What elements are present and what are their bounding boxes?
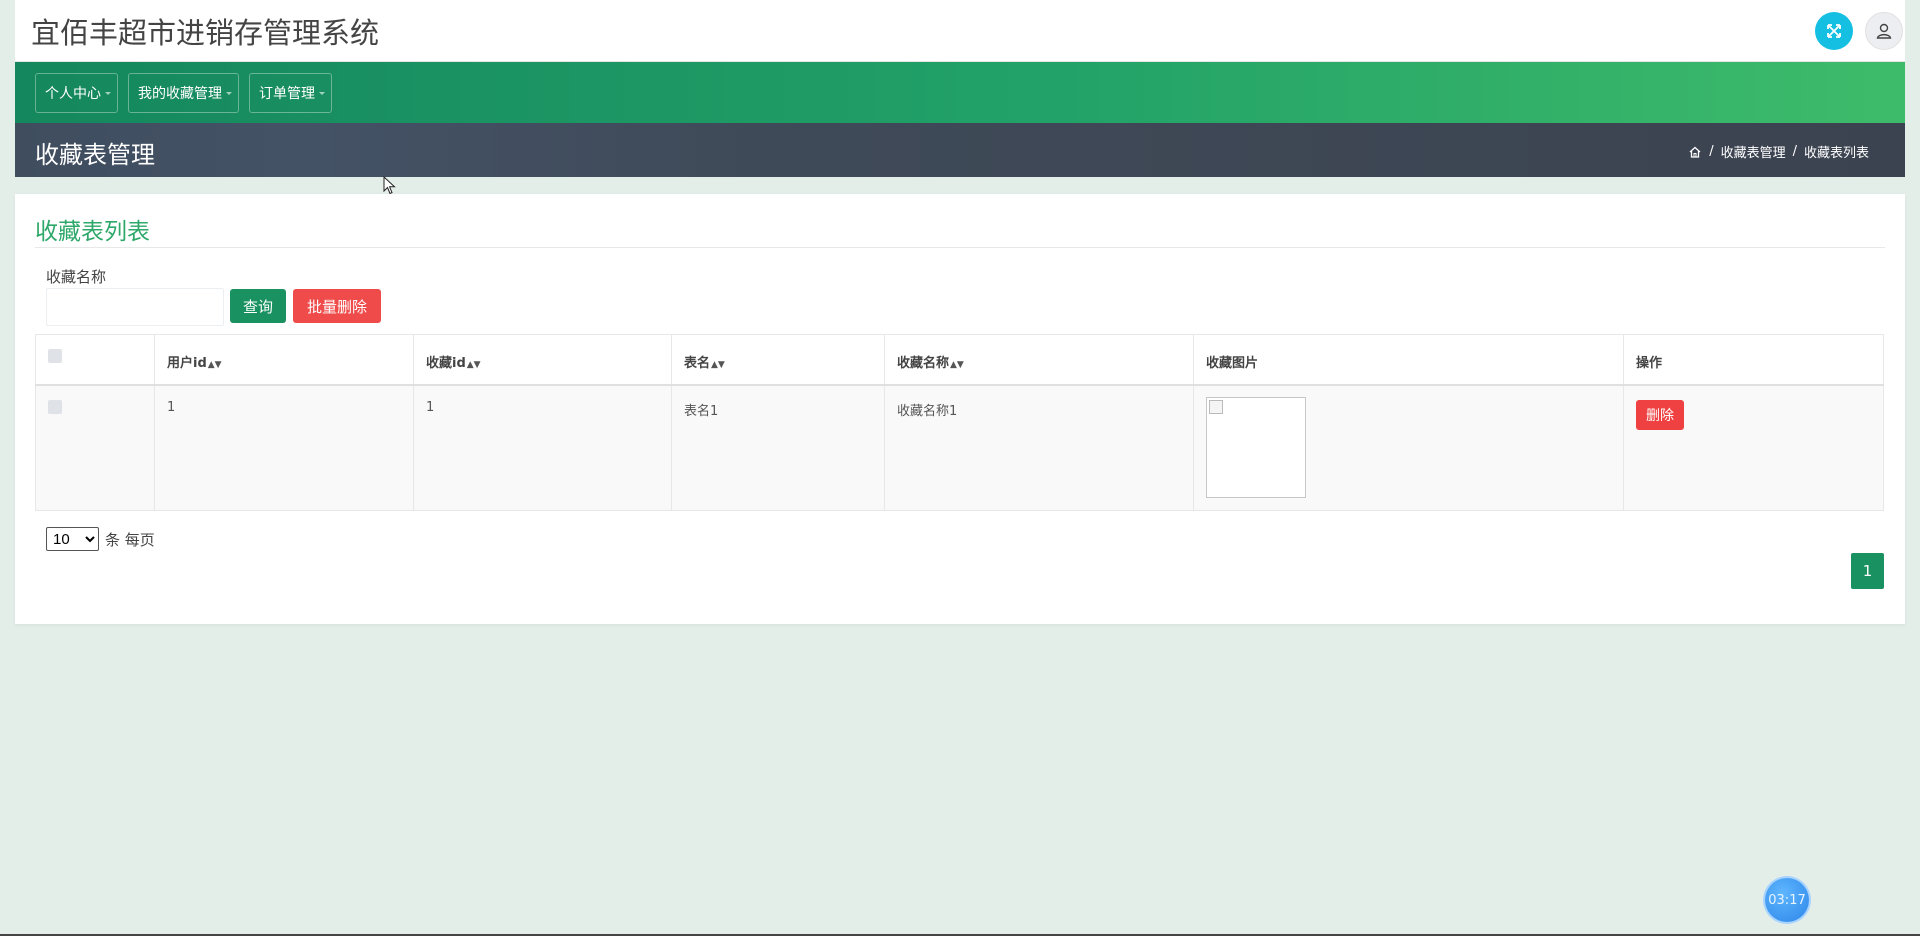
batch-delete-button[interactable]: 批量删除 [293,289,381,323]
broken-image-icon [1209,399,1223,414]
breadcrumb-separator: / [1792,144,1797,159]
page-title: 收藏表管理 [35,141,155,169]
table-row: 1 1 表名1 收藏名称1 删除 [35,384,1884,511]
column-label: 操作 [1636,356,1663,371]
list-card: 收藏表列表 收藏名称 查询 批量删除 用户id▲▼ 收藏id▲▼ 表名▲▼ 收藏… [15,194,1905,624]
select-all-checkbox[interactable] [48,349,62,363]
breadcrumb-separator: / [1709,144,1714,159]
column-label: 收藏图片 [1206,356,1259,371]
fullscreen-button[interactable] [1815,12,1853,50]
pagination-page-1[interactable]: 1 [1851,553,1884,589]
nav-item-order-management[interactable]: 订单管理 [249,72,332,113]
per-page-label: 条 每页 [105,531,155,549]
nav-item-label: 个人中心 [45,85,101,102]
column-header-favorite-image: 收藏图片 [1193,334,1624,386]
nav-item-personal-center[interactable]: 个人中心 [35,72,118,113]
header-select-all [35,334,155,386]
column-header-favorite-id[interactable]: 收藏id▲▼ [413,334,672,386]
nav-item-my-favorites[interactable]: 我的收藏管理 [128,72,239,113]
cell-actions: 删除 [1623,384,1884,511]
app-container: 宜佰丰超市进销存管理系统 个人中心 我的收藏管理 订单管理 收藏表管理 / 收藏… [15,0,1905,624]
cell-user-id: 1 [154,384,414,511]
header: 宜佰丰超市进销存管理系统 [15,0,1905,62]
nav-item-label: 我的收藏管理 [138,85,222,102]
sort-icon: ▲▼ [950,360,964,370]
timer-badge[interactable]: 03:17 [1765,878,1809,922]
sort-icon: ▲▼ [711,360,725,370]
caret-down-icon [319,91,325,95]
column-header-user-id[interactable]: 用户id▲▼ [154,334,414,386]
nav-item-label: 订单管理 [259,85,315,102]
column-header-favorite-name[interactable]: 收藏名称▲▼ [884,334,1194,386]
page-size-select[interactable]: 10 [46,527,99,551]
mouse-cursor-icon [383,176,396,195]
user-menu-button[interactable] [1865,12,1903,50]
cell-favorite-name: 收藏名称1 [884,384,1194,511]
search-label: 收藏名称 [46,268,107,286]
cell-favorite-image [1193,384,1624,511]
query-button[interactable]: 查询 [230,289,286,323]
favorite-name-search-input[interactable] [46,288,224,326]
column-label: 收藏名称 [897,356,950,371]
sort-icon: ▲▼ [207,360,222,370]
divider [35,247,1885,248]
table-header-row: 用户id▲▼ 收藏id▲▼ 表名▲▼ 收藏名称▲▼ 收藏图片 操作 [35,334,1884,386]
breadcrumb: / 收藏表管理 / 收藏表列表 [1688,142,1869,161]
row-select-cell [35,384,155,511]
row-checkbox[interactable] [48,399,62,414]
favorites-table: 用户id▲▼ 收藏id▲▼ 表名▲▼ 收藏名称▲▼ 收藏图片 操作 1 1 表名… [35,334,1884,511]
favorite-image [1206,396,1306,498]
column-header-table-name[interactable]: 表名▲▼ [671,334,885,386]
column-label: 用户id [167,356,207,371]
main-nav: 个人中心 我的收藏管理 订单管理 [15,62,1905,123]
breadcrumb-level1[interactable]: 收藏表管理 [1721,142,1786,161]
sort-icon: ▲▼ [466,360,481,370]
breadcrumb-level2: 收藏表列表 [1803,146,1869,161]
card-title: 收藏表列表 [35,219,150,245]
column-label: 表名 [684,356,711,371]
delete-button[interactable]: 删除 [1636,399,1684,430]
user-icon [1876,23,1892,39]
expand-icon [1827,24,1841,38]
cell-table-name: 表名1 [671,384,885,511]
cell-favorite-id: 1 [413,384,672,511]
caret-down-icon [226,91,232,95]
caret-down-icon [105,91,111,95]
page-title-bar: 收藏表管理 / 收藏表管理 / 收藏表列表 [15,123,1905,177]
column-header-actions: 操作 [1623,334,1884,386]
home-icon[interactable] [1688,145,1702,159]
column-label: 收藏id [426,356,466,371]
app-title: 宜佰丰超市进销存管理系统 [31,16,380,50]
